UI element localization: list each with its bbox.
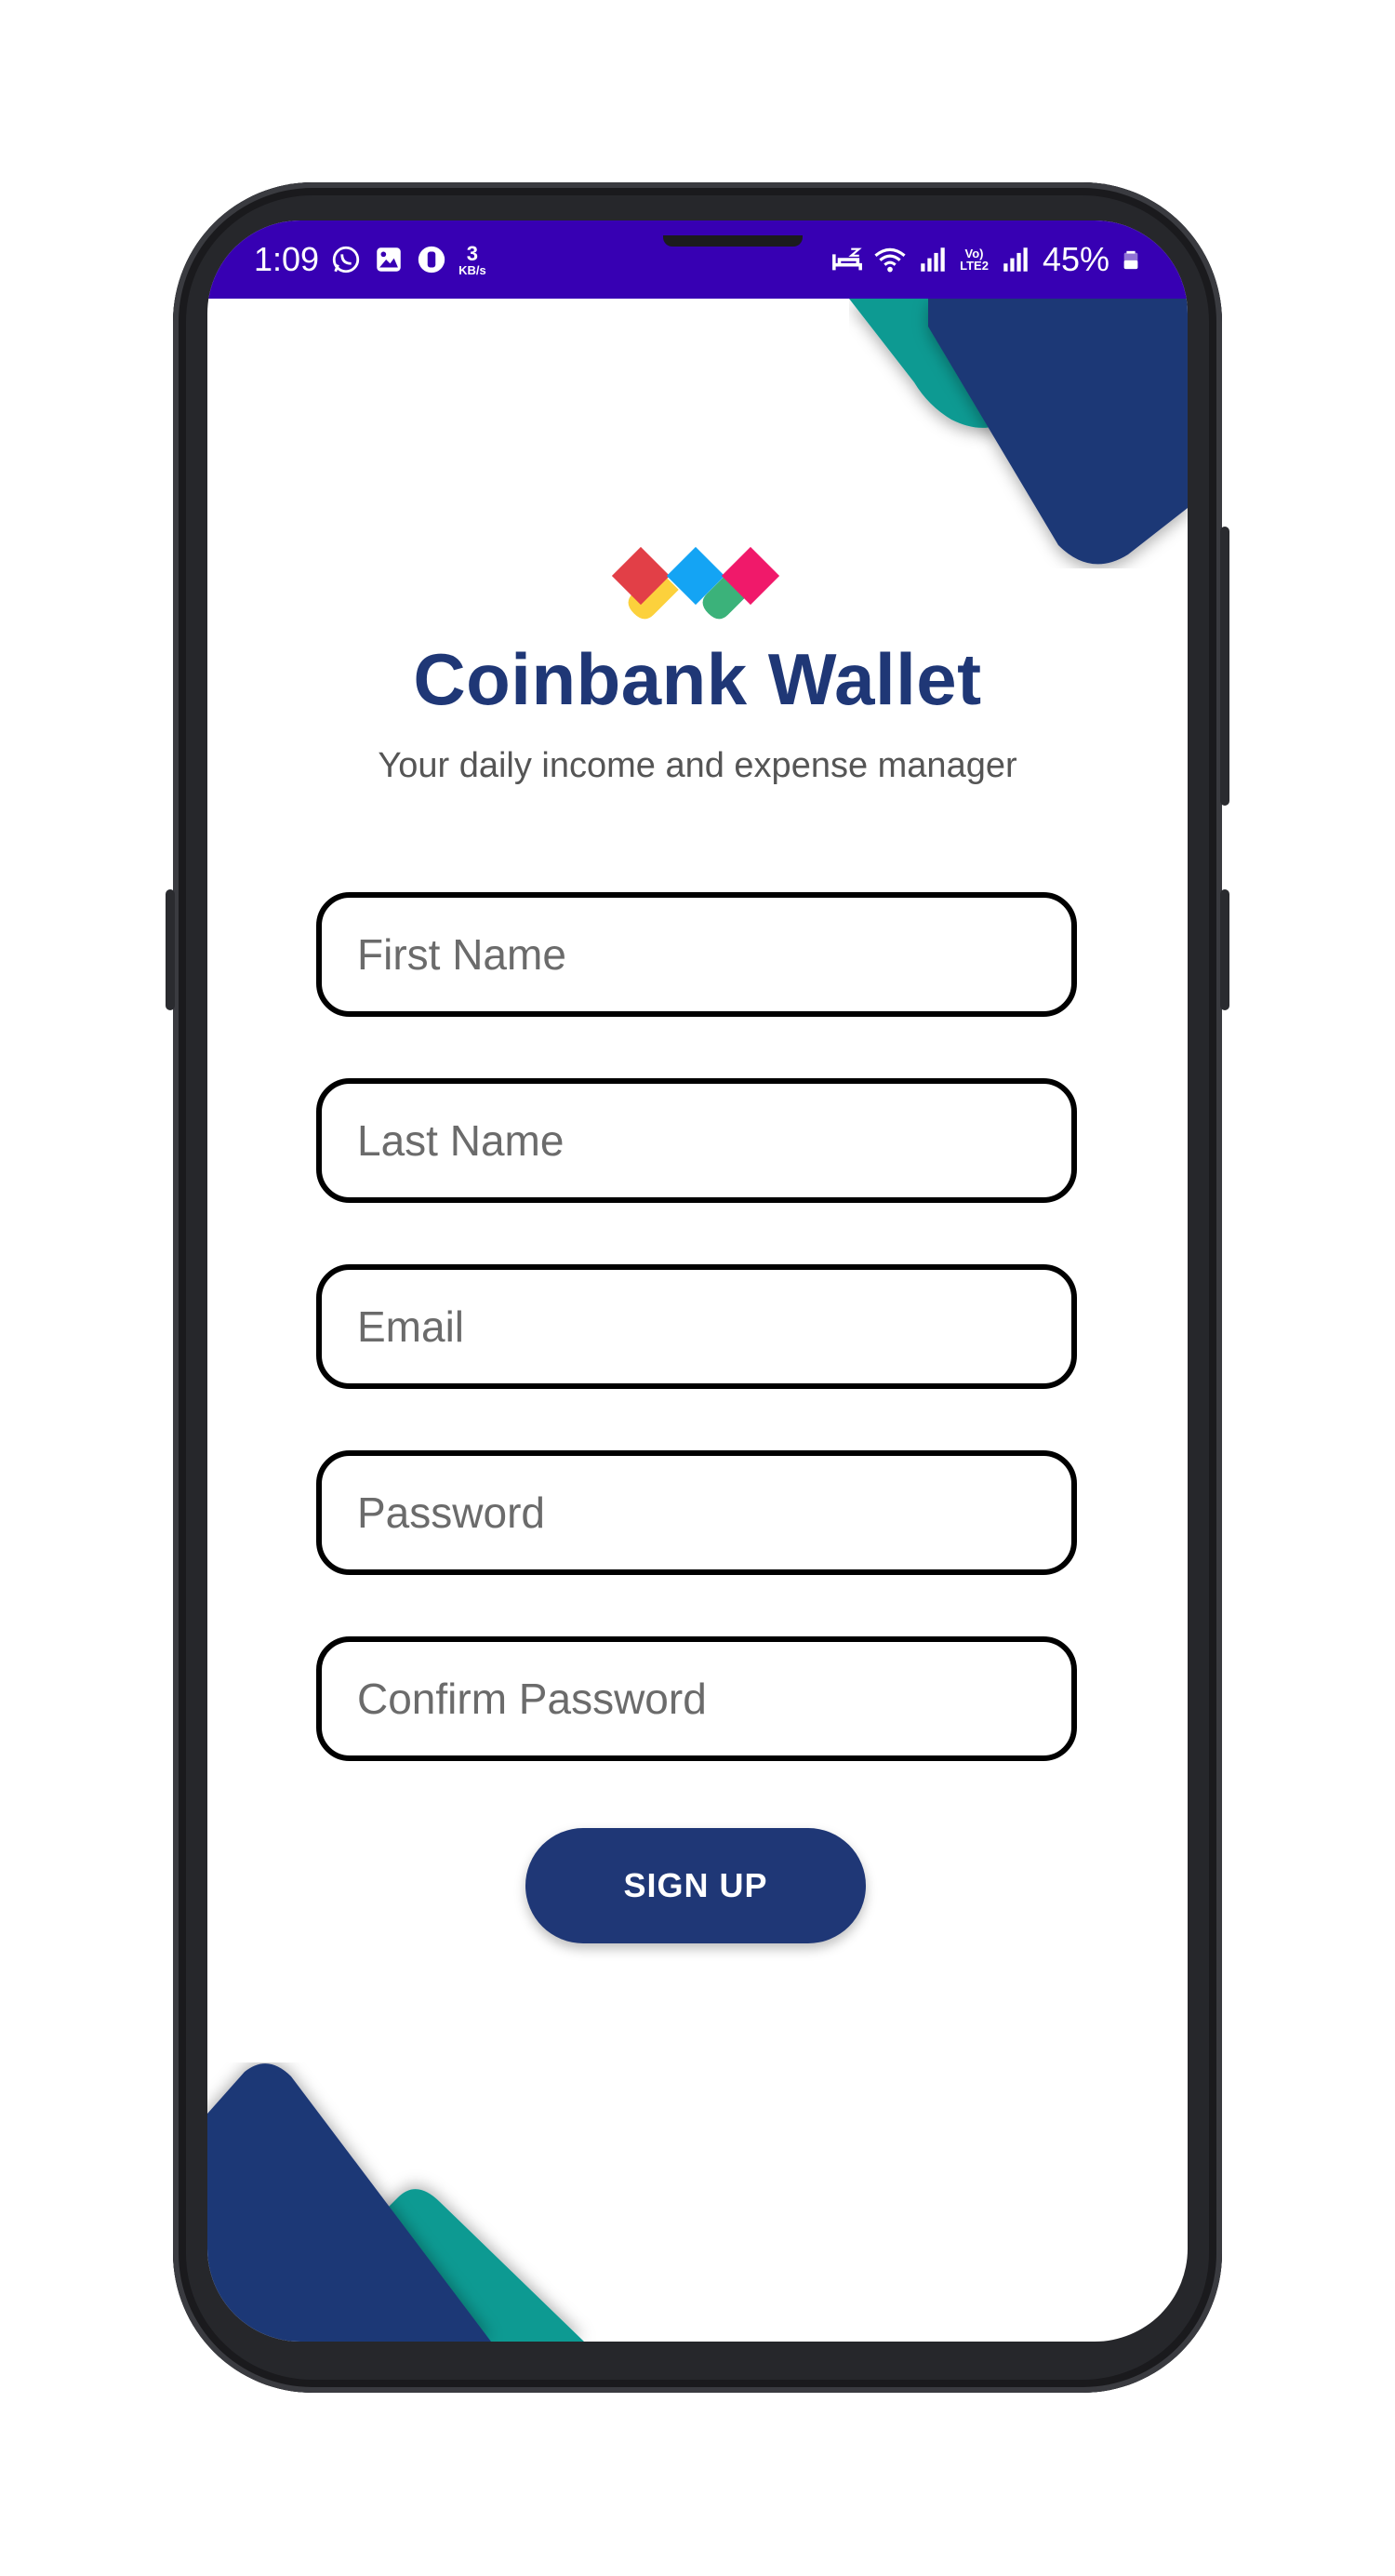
gallery-icon <box>377 247 401 272</box>
password-field[interactable] <box>316 1450 1077 1575</box>
volume-button <box>1220 889 1229 1010</box>
confirm-password-field[interactable] <box>316 1636 1077 1761</box>
power-button <box>1220 527 1229 806</box>
camera-notch <box>663 235 803 247</box>
last-name-field[interactable] <box>316 1078 1077 1203</box>
whatsapp-icon <box>332 246 360 274</box>
signal-icon-sim2 <box>1003 247 1028 272</box>
app-subtitle: Your daily income and expense manager <box>378 746 1017 785</box>
side-button-left <box>166 889 175 1010</box>
confirm-password-input[interactable] <box>322 1642 1071 1755</box>
volte-indicator: Vo) LTE2 <box>960 247 989 273</box>
wifi-icon <box>874 247 906 273</box>
first-name-field[interactable] <box>316 892 1077 1017</box>
sign-up-button[interactable]: SIGN UP <box>525 1828 866 1943</box>
sleep-mode-icon <box>832 247 863 271</box>
phone-frame: 1:09 3 KB/s Vo) LTE2 45% Coinbank Wallet… <box>166 182 1229 2393</box>
bottom-left-decoration <box>207 2063 584 2342</box>
network-speed: 3 KB/s <box>458 241 486 277</box>
status-bar: 1:09 3 KB/s Vo) LTE2 45% <box>207 220 1188 299</box>
email-field[interactable] <box>316 1264 1077 1389</box>
signal-icon-sim1 <box>921 247 945 272</box>
last-name-input[interactable] <box>322 1084 1071 1197</box>
status-time: 1:09 <box>254 240 320 278</box>
app-screen: 1:09 3 KB/s Vo) LTE2 45% Coinbank Wallet… <box>207 220 1188 2342</box>
battery-icon <box>1123 250 1138 270</box>
first-name-input[interactable] <box>322 898 1071 1011</box>
app-notification-icon <box>418 246 445 274</box>
coinbank-logo-icon <box>611 546 780 620</box>
app-title: Coinbank Wallet <box>413 638 982 720</box>
email-input[interactable] <box>322 1270 1071 1383</box>
password-input[interactable] <box>322 1456 1071 1569</box>
battery-percent: 45% <box>1042 240 1109 278</box>
top-right-decoration <box>849 299 1188 565</box>
